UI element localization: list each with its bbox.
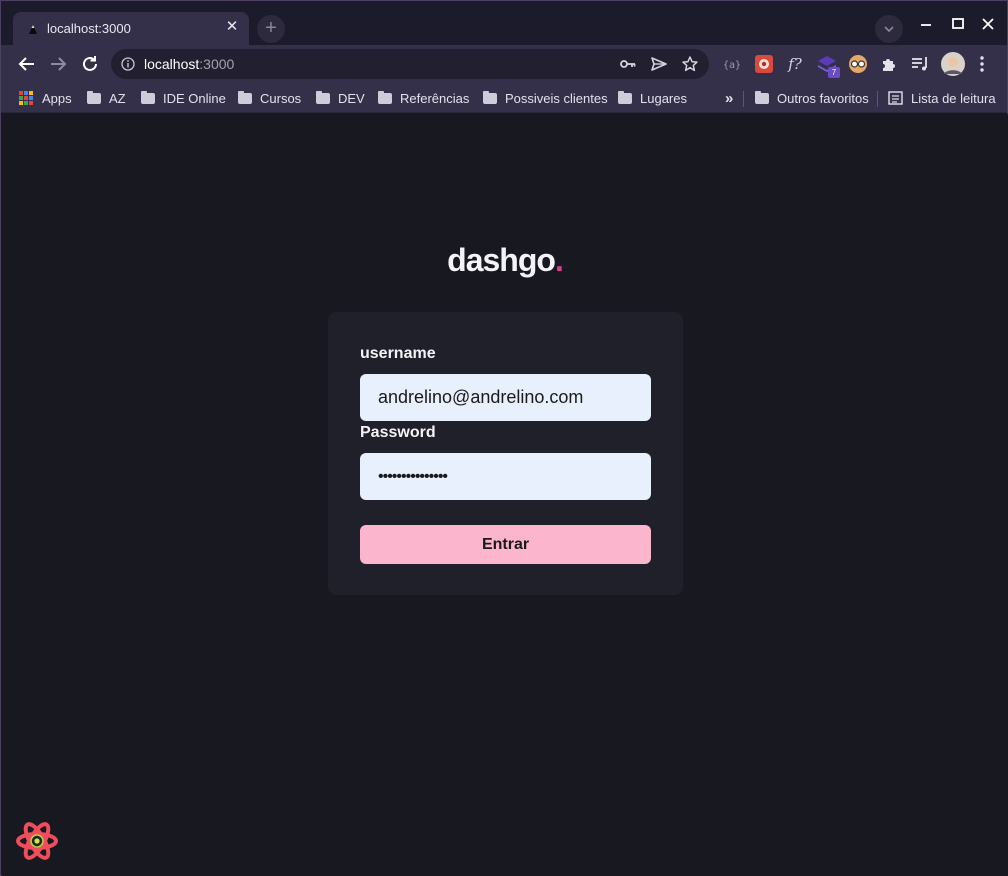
folder-icon (87, 90, 101, 104)
reload-button[interactable] (78, 52, 102, 76)
bookmarks-separator (877, 91, 878, 107)
bookmark-label: Apps (42, 90, 72, 106)
browser-window: localhost:3000 ✕ + localhost:3000 {a} f?… (0, 0, 1008, 876)
submit-button[interactable]: Entrar (360, 525, 651, 564)
browser-toolbar: localhost:3000 {a} f? 7 (1, 45, 1007, 83)
arrow-left-icon (18, 57, 34, 71)
bookmark-label: Cursos (260, 90, 302, 106)
apps-grid-icon (19, 91, 33, 105)
bookmark-az[interactable]: AZ (87, 89, 126, 107)
folder-icon (238, 90, 252, 104)
star-icon[interactable] (681, 55, 699, 73)
folder-icon (316, 90, 330, 104)
bookmark-label: Possiveis clientes (505, 90, 608, 106)
folder-icon (378, 90, 392, 104)
arrow-right-icon (51, 57, 67, 71)
app-logo: dashgo. (2, 242, 1008, 279)
login-form: username Password ••••••••••••••• Entrar (328, 312, 683, 595)
bookmark-dev[interactable]: DEV (316, 89, 365, 107)
svg-text:{a}: {a} (723, 60, 741, 71)
react-devtools-icon[interactable] (16, 822, 58, 860)
send-icon[interactable] (650, 55, 668, 73)
extension-bug-icon[interactable] (753, 53, 775, 75)
window-close-button[interactable] (977, 13, 999, 35)
avatar[interactable] (941, 52, 965, 76)
reload-icon (83, 56, 97, 71)
back-button[interactable] (15, 52, 39, 76)
new-tab-button[interactable]: + (257, 15, 285, 43)
extension-font-icon[interactable]: f? (784, 53, 806, 75)
extension-badge-count: 7 (828, 67, 840, 78)
bookmarks-overflow-button[interactable]: » (725, 89, 733, 107)
extension-glasses-icon[interactable] (847, 53, 869, 75)
minimize-icon (921, 24, 931, 26)
tab-search-button[interactable] (875, 15, 903, 43)
reading-list-label: Lista de leitura (911, 90, 996, 106)
maximize-icon (952, 18, 964, 29)
folder-icon (141, 90, 155, 104)
password-label: Password (360, 424, 436, 441)
url-host: localhost (144, 56, 200, 72)
more-menu-icon[interactable] (971, 53, 993, 75)
minimize-button[interactable] (915, 13, 937, 35)
forward-button[interactable] (46, 52, 70, 76)
folder-icon (618, 90, 632, 104)
info-icon (121, 57, 135, 71)
username-label: username (360, 345, 436, 362)
bookmark-label: DEV (338, 90, 365, 106)
folder-icon (755, 90, 769, 104)
nextjs-favicon-icon (29, 25, 37, 34)
bookmark-label: Lugares (640, 90, 687, 106)
bookmark-possiveis-clientes[interactable]: Possiveis clientes (483, 89, 608, 107)
key-icon[interactable] (619, 55, 637, 73)
reading-list-button[interactable]: Lista de leitura (888, 89, 996, 107)
url-text: localhost:3000 (144, 56, 234, 72)
tab-title: localhost:3000 (47, 21, 131, 36)
page-content: dashgo. username Password ••••••••••••••… (2, 114, 1008, 876)
address-bar[interactable]: localhost:3000 (111, 49, 709, 79)
bookmarks-separator (743, 91, 744, 107)
tab-strip: localhost:3000 ✕ + (1, 1, 1007, 45)
bookmark-label: Referências (400, 90, 470, 106)
bookmark-apps[interactable]: Apps (19, 89, 72, 107)
puzzle-icon[interactable] (878, 53, 900, 75)
media-queue-icon[interactable] (909, 53, 931, 75)
username-input[interactable] (360, 374, 651, 421)
extension-code-icon[interactable]: {a} (721, 53, 743, 75)
tab-localhost[interactable]: localhost:3000 ✕ (13, 12, 249, 45)
svg-text:f?: f? (787, 55, 803, 73)
logo-text: dashgo (447, 242, 556, 278)
chevron-down-icon (884, 26, 894, 33)
close-icon (982, 18, 994, 30)
password-input[interactable]: ••••••••••••••• (360, 453, 651, 500)
bookmark-referencias[interactable]: Referências (378, 89, 469, 107)
bookmark-label: Outros favoritos (777, 90, 869, 106)
bookmark-label: AZ (109, 90, 126, 106)
url-port: :3000 (199, 56, 235, 72)
tab-close-icon[interactable]: ✕ (223, 18, 241, 36)
bookmark-label: IDE Online (163, 90, 226, 106)
folder-icon (483, 90, 497, 104)
bookmark-cursos[interactable]: Cursos (238, 89, 301, 107)
reading-list-icon (888, 91, 903, 105)
bookmark-lugares[interactable]: Lugares (618, 89, 687, 107)
logo-dot: . (554, 242, 564, 278)
bookmark-ide-online[interactable]: IDE Online (141, 89, 226, 107)
bookmarks-bar: Apps AZ IDE Online Cursos DEV Referência… (1, 83, 1007, 113)
maximize-button[interactable] (947, 13, 969, 35)
bookmark-outros-favoritos[interactable]: Outros favoritos (755, 89, 869, 107)
